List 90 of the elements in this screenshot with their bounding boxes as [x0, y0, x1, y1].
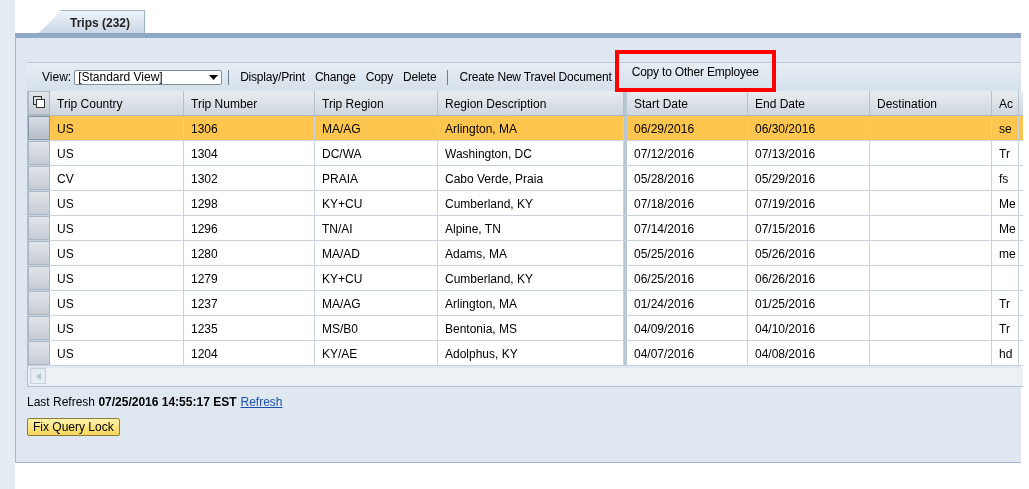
column-header[interactable]: End Date: [748, 91, 870, 115]
table-cell: TN/AI: [315, 216, 438, 240]
table-cell: 1302: [184, 166, 315, 190]
table-cell: DC/WA: [315, 141, 438, 165]
table-cell: me: [992, 241, 1019, 265]
table-cell: MA/AD: [315, 241, 438, 265]
column-header[interactable]: Ac: [992, 91, 1019, 115]
row-selector[interactable]: [28, 141, 50, 165]
table-cell: 06/26/2016: [748, 266, 870, 290]
row-selector[interactable]: [28, 216, 50, 240]
table-cell: US: [50, 341, 184, 365]
column-header[interactable]: Trip Country: [50, 91, 184, 115]
row-selector[interactable]: [28, 241, 50, 265]
table-cell: Cumberland, KY: [438, 191, 624, 215]
table-cell: 07/19/2016: [748, 191, 870, 215]
row-selector[interactable]: [28, 266, 50, 290]
refresh-link[interactable]: Refresh: [240, 395, 283, 409]
table-cell: Tr: [992, 291, 1019, 315]
table-cell: KY/AE: [315, 341, 438, 365]
table-cell: 1237: [184, 291, 315, 315]
table-cell: Bentonia, MS: [438, 316, 624, 340]
table-cell: KY+CU: [315, 191, 438, 215]
caret-icon: [209, 74, 219, 80]
table-cell: 04/08/2016: [748, 341, 870, 365]
table-cell: Adolphus, KY: [438, 341, 624, 365]
table-cell: 1235: [184, 316, 315, 340]
toolbar-button[interactable]: Change: [309, 68, 361, 86]
toolbar-button[interactable]: Copy: [360, 68, 398, 86]
table-cell: se: [992, 116, 1019, 140]
row-selector[interactable]: [28, 191, 50, 215]
table-cell: US: [50, 116, 184, 140]
table-cell: 07/15/2016: [748, 216, 870, 240]
table-cell: Cabo Verde, Praia: [438, 166, 624, 190]
table-cell: US: [50, 191, 184, 215]
scroll-left-icon[interactable]: [30, 368, 46, 384]
table-cell: 04/07/2016: [624, 341, 748, 365]
table-cell: 1280: [184, 241, 315, 265]
table-cell: Cumberland, KY: [438, 266, 624, 290]
table-cell: Washington, DC: [438, 141, 624, 165]
table-cell: 04/10/2016: [748, 316, 870, 340]
table-cell: US: [50, 316, 184, 340]
table-cell: CV: [50, 166, 184, 190]
table-cell: 1204: [184, 341, 315, 365]
table-cell: 1279: [184, 266, 315, 290]
row-selector[interactable]: [28, 166, 50, 190]
toolbar-button[interactable]: Create New Travel Document: [454, 68, 617, 86]
table-cell: 05/29/2016: [748, 166, 870, 190]
table-cell: 1306: [184, 116, 315, 140]
column-header[interactable]: Destination: [870, 91, 992, 115]
table-cell: 05/26/2016: [748, 241, 870, 265]
row-selector[interactable]: [28, 316, 50, 340]
table-cell: 1298: [184, 191, 315, 215]
table-cell: US: [50, 241, 184, 265]
table-cell: KY+CU: [315, 266, 438, 290]
table-cell: US: [50, 291, 184, 315]
tab[interactable]: Trips (232): [39, 10, 146, 33]
row-selector[interactable]: [28, 341, 50, 365]
table-cell: fs: [992, 166, 1019, 190]
view-dropdown[interactable]: [Standard View]: [74, 69, 223, 85]
fix-query-lock-button[interactable]: Fix Query Lock: [27, 418, 120, 436]
last-refresh-text: Last Refresh 07/25/2016 14:55:17 EST: [27, 395, 237, 409]
table-cell: US: [50, 141, 184, 165]
table-cell: Tr: [992, 141, 1019, 165]
table-cell: US: [50, 266, 184, 290]
table-cell: 06/30/2016: [748, 116, 870, 140]
table-cell: Adams, MA: [438, 241, 624, 265]
table-cell: MS/B0: [315, 316, 438, 340]
table-cell: hd: [992, 341, 1019, 365]
table-cell: Tr: [992, 316, 1019, 340]
table-cell: 07/13/2016: [748, 141, 870, 165]
table-cell: 1296: [184, 216, 315, 240]
table-cell: 1304: [184, 141, 315, 165]
column-header[interactable]: Trip Region: [315, 91, 438, 115]
table-cell: Arlington, MA: [438, 291, 624, 315]
view-label: View:: [42, 70, 72, 84]
table-cell: 01/25/2016: [748, 291, 870, 315]
table-cell: US: [50, 216, 184, 240]
select-all-icon[interactable]: [28, 91, 50, 115]
table-cell: Alpine, TN: [438, 216, 624, 240]
table-cell: Me: [992, 191, 1019, 215]
table-cell: MA/AG: [315, 116, 438, 140]
column-header[interactable]: Region Description: [438, 91, 624, 115]
table-cell: Me: [992, 216, 1019, 240]
table-cell: Arlington, MA: [438, 116, 624, 140]
column-header[interactable]: Trip Number: [184, 91, 315, 115]
table-cell: PRAIA: [315, 166, 438, 190]
row-selector[interactable]: [28, 291, 50, 315]
toolbar-button[interactable]: Delete: [397, 68, 442, 86]
table-cell: MA/AG: [315, 291, 438, 315]
toolbar-button[interactable]: Display/Print: [235, 68, 310, 86]
